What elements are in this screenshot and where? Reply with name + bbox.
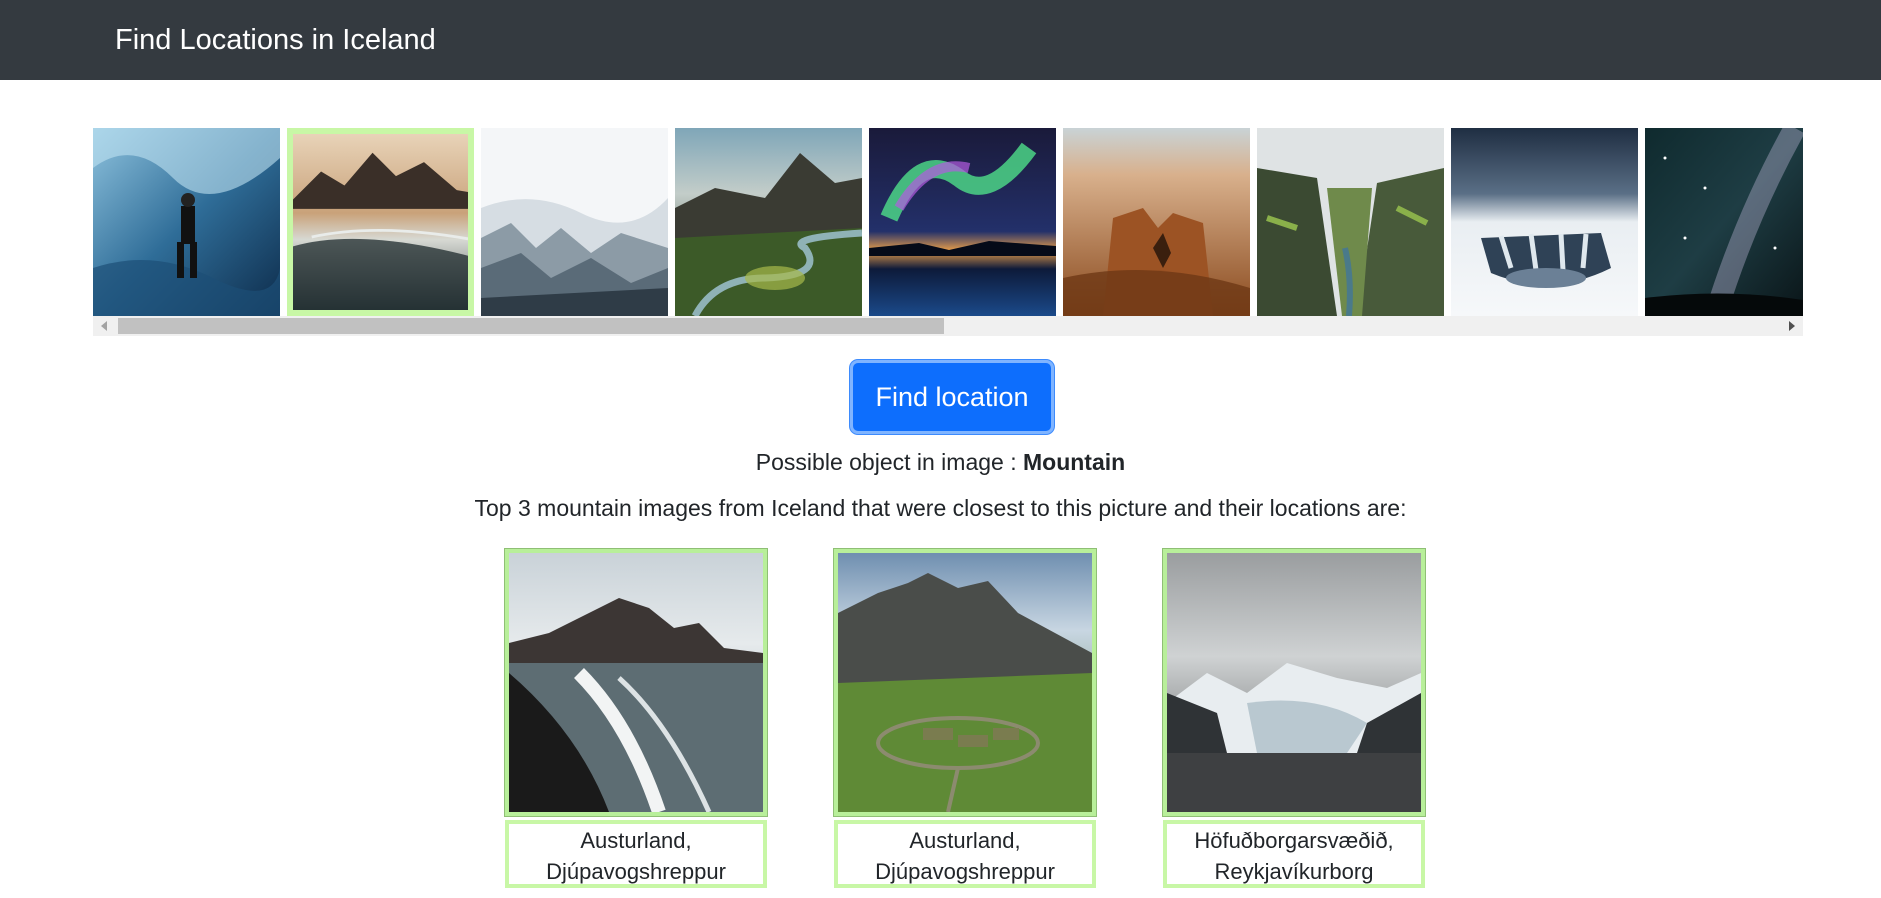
glacier-thumbnail[interactable]	[481, 128, 668, 316]
mountain-beach-thumbnail[interactable]	[287, 128, 474, 316]
result-municipality: Djúpavogshreppur	[546, 859, 726, 884]
image-gallery	[93, 128, 1803, 340]
snowy-waterfall-thumbnail[interactable]	[1451, 128, 1638, 316]
navbar-brand[interactable]: Find Locations in Iceland	[115, 24, 436, 57]
navbar: Find Locations in Iceland	[0, 0, 1881, 80]
result-region: Höfuðborgarsvæðið,	[1194, 828, 1394, 853]
scroll-left-icon[interactable]	[101, 321, 107, 331]
scrollbar-thumb[interactable]	[118, 318, 944, 334]
detected-object-value: Mountain	[1023, 449, 1126, 475]
result-location-caption: Austurland, Djúpavogshreppur	[505, 820, 767, 888]
mossy-canyon-thumbnail[interactable]	[1257, 128, 1444, 316]
result-image[interactable]	[504, 548, 768, 817]
result-image[interactable]	[1162, 548, 1426, 817]
result-card: Höfuðborgarsvæðið, Reykjavíkurborg	[1162, 548, 1426, 888]
detected-object-prefix: Possible object in image :	[755, 449, 1023, 475]
result-location-caption: Höfuðborgarsvæðið, Reykjavíkurborg	[1163, 820, 1425, 888]
find-location-button[interactable]: Find location	[850, 360, 1054, 434]
canyon-rock-thumbnail[interactable]	[1063, 128, 1250, 316]
aurora-thumbnail[interactable]	[869, 128, 1056, 316]
result-region: Austurland,	[580, 828, 692, 853]
ice-cave-thumbnail[interactable]	[93, 128, 280, 316]
result-card: Austurland, Djúpavogshreppur	[833, 548, 1097, 888]
thumbnail-strip	[93, 128, 1803, 316]
horizontal-scrollbar[interactable]	[93, 316, 1803, 336]
milky-way-thumbnail[interactable]	[1645, 128, 1803, 316]
result-region: Austurland,	[909, 828, 1021, 853]
result-municipality: Reykjavíkurborg	[1214, 859, 1374, 884]
result-municipality: Djúpavogshreppur	[875, 859, 1055, 884]
river-valley-thumbnail[interactable]	[675, 128, 862, 316]
results-heading: Top 3 mountain images from Iceland that …	[474, 495, 1407, 521]
detected-object-line: Possible object in image : Mountain	[0, 449, 1881, 476]
scroll-right-icon[interactable]	[1789, 321, 1795, 331]
result-image[interactable]	[833, 548, 1097, 817]
result-card: Austurland, Djúpavogshreppur	[504, 548, 768, 888]
result-location-caption: Austurland, Djúpavogshreppur	[834, 820, 1096, 888]
